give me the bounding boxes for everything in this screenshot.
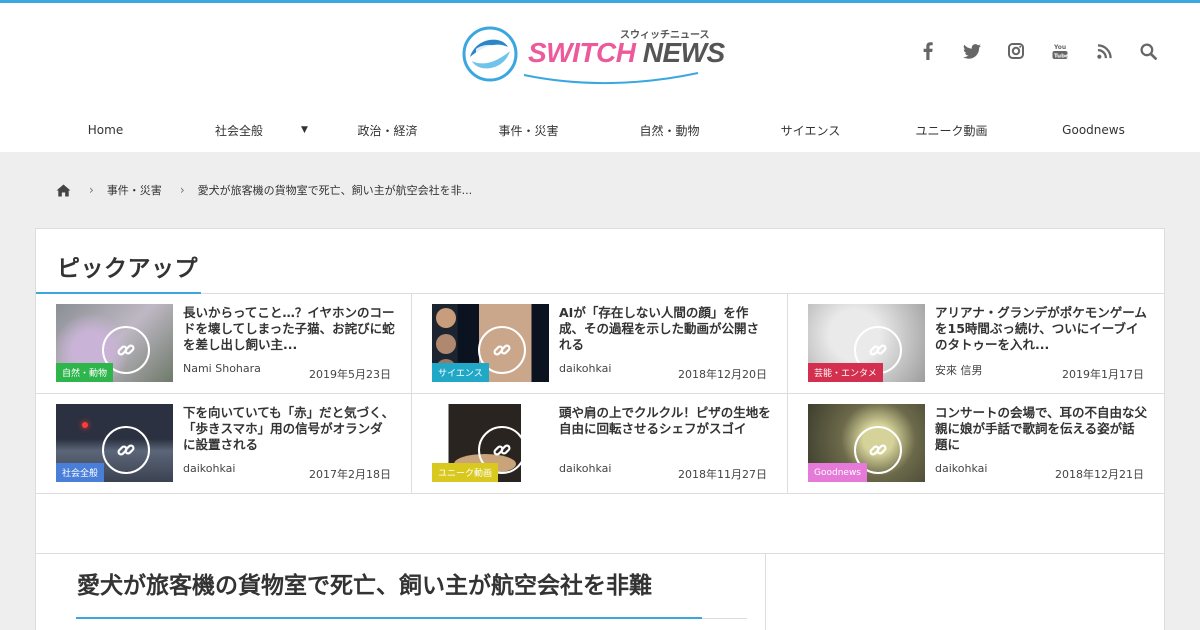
dropdown-arrow-icon: ▼	[301, 125, 308, 135]
site-logo[interactable]: SWITCH NEWS スウィッチニュース	[462, 23, 725, 85]
card-author: daikohkai	[559, 362, 612, 375]
category-badge: 芸能・エンタメ	[808, 363, 883, 382]
card-author: daikohkai	[935, 462, 988, 475]
nav-item-science[interactable]: サイエンス	[740, 112, 881, 148]
breadcrumb-category[interactable]: 事件・災害	[107, 182, 162, 198]
card-title: 長いからってこと…？イヤホンのコードを壊してしまった子猫、お詫びに蛇を差し出し飼…	[183, 305, 395, 352]
pickup-card[interactable]: Goodnews コンサートの会場で、耳の不自由な父親に娘が手話で歌詞を伝える姿…	[788, 394, 1164, 494]
nav-item-label: 事件・災害	[498, 123, 559, 138]
category-badge: ユニーク動画	[432, 463, 499, 482]
global-nav: Home 社会全般 ▼ 政治・経済 事件・災害 自然・動物 サイエンス ユニーク動…	[0, 112, 1200, 150]
twitter-icon[interactable]	[960, 39, 984, 63]
divider	[702, 618, 747, 619]
category-badge: 社会全般	[56, 463, 105, 482]
nav-item-label: Goodnews	[1062, 123, 1125, 137]
card-thumbnail: 社会全般	[56, 404, 173, 482]
nav-item-nature[interactable]: 自然・動物	[599, 112, 740, 148]
logo-swoosh	[523, 72, 699, 85]
logo-kana: スウィッチニュース	[620, 30, 710, 41]
pickup-card[interactable]: ユニーク動画 頭や肩の上でクルクル！ピザの生地を自由に回転させるシェフがスゴイ …	[412, 394, 788, 494]
card-thumbnail: サイエンス	[432, 304, 549, 382]
nav-item-home[interactable]: Home	[35, 112, 176, 148]
card-title: コンサートの会場で、耳の不自由な父親に娘が手話で歌詞を伝える姿が話題に	[935, 405, 1148, 452]
card-date: 2019年5月23日	[309, 368, 391, 381]
nav-item-label: ユニーク動画	[915, 123, 988, 138]
card-date: 2019年1月17日	[1062, 368, 1144, 381]
nav-item-label: 自然・動物	[639, 123, 700, 138]
nav-item-incidents[interactable]: 事件・災害	[458, 112, 599, 148]
card-date: 2018年12月21日	[1055, 468, 1144, 481]
chevron-right-icon: ›	[89, 183, 94, 197]
breadcrumb-current: 愛犬が旅客機の貨物室で死亡、飼い主が航空会社を非...	[197, 184, 473, 197]
card-author: daikohkai	[559, 462, 612, 475]
pickup-heading: ピックアップ	[57, 256, 198, 282]
title-underline	[76, 617, 702, 619]
rss-icon[interactable]	[1092, 39, 1116, 63]
svg-text:You: You	[1053, 44, 1066, 51]
card-thumbnail: 芸能・エンタメ	[808, 304, 925, 382]
nav-item-society[interactable]: 社会全般 ▼	[176, 112, 317, 148]
pickup-card[interactable]: 自然・動物 長いからってこと…？イヤホンのコードを壊してしまった子猫、お詫びに蛇…	[36, 294, 412, 394]
card-title: AIが「存在しない人間の顔」を作成、その過程を示した動画が公開される	[559, 305, 760, 352]
nav-item-label: 政治・経済	[357, 123, 418, 138]
nav-item-goodnews[interactable]: Goodnews	[1022, 112, 1165, 148]
sidebar	[766, 554, 1165, 630]
card-thumbnail: 自然・動物	[56, 304, 173, 382]
card-date: 2017年2月18日	[309, 468, 391, 481]
card-title: アリアナ・グランデがポケモンゲームを15時間ぶっ続け、ついにイーブイのタトゥーを…	[935, 305, 1147, 352]
nav-item-label: サイエンス	[780, 123, 841, 138]
pickup-card[interactable]: 社会全般 下を向いていても「赤」だと気づく、「歩きスマホ」用の信号がオランダに設…	[36, 394, 412, 494]
card-title: 頭や肩の上でクルクル！ピザの生地を自由に回転させるシェフがスゴイ	[559, 405, 771, 436]
category-badge: 自然・動物	[56, 363, 114, 382]
nav-item-label: Home	[87, 123, 124, 137]
nav-item-unique-videos[interactable]: ユニーク動画	[881, 112, 1022, 148]
card-date: 2018年11月27日	[678, 468, 767, 481]
home-icon[interactable]	[56, 183, 71, 197]
search-icon[interactable]	[1136, 39, 1160, 63]
card-author: Nami Shohara	[183, 362, 261, 375]
instagram-icon[interactable]	[1004, 39, 1028, 63]
pickup-card[interactable]: サイエンス AIが「存在しない人間の顔」を作成、その過程を示した動画が公開される…	[412, 294, 788, 394]
card-author: 安來 信男	[935, 364, 983, 377]
card-author: daikohkai	[183, 462, 236, 475]
chevron-right-icon: ›	[179, 183, 185, 197]
logo-wordmark: SWITCH NEWS	[528, 37, 725, 68]
article-main: 愛犬が旅客機の貨物室で死亡、飼い主が航空会社を非難	[35, 554, 766, 630]
link-icon	[102, 426, 150, 474]
nav-item-label: 社会全般	[215, 123, 264, 138]
card-title: 下を向いていても「赤」だと気づく、「歩きスマホ」用の信号がオランダに設置される	[183, 405, 395, 452]
card-thumbnail: ユニーク動画	[432, 404, 549, 482]
site-header: SWITCH NEWS スウィッチニュース You Tube Home 社会全般 ▼…	[0, 3, 1200, 152]
pickup-section: ピックアップ 自然・動物 長いからってこと…？イヤホンのコードを壊してしまった子…	[35, 228, 1165, 554]
svg-text:Tube: Tube	[1054, 54, 1068, 60]
facebook-icon[interactable]	[916, 39, 940, 63]
switch-logo-icon	[462, 26, 518, 82]
youtube-icon[interactable]: You Tube	[1048, 39, 1072, 63]
card-thumbnail: Goodnews	[808, 404, 925, 482]
nav-item-politics[interactable]: 政治・経済	[317, 112, 458, 148]
pickup-card[interactable]: 芸能・エンタメ アリアナ・グランデがポケモンゲームを15時間ぶっ続け、ついにイー…	[788, 294, 1164, 394]
article-title: 愛犬が旅客機の貨物室で死亡、飼い主が航空会社を非難	[77, 573, 652, 599]
category-badge: サイエンス	[432, 363, 489, 382]
breadcrumb: › 事件・災害 › 愛犬が旅客機の貨物室で死亡、飼い主が航空会社を非...	[56, 180, 472, 200]
card-date: 2018年12月20日	[678, 368, 767, 381]
category-badge: Goodnews	[808, 463, 867, 482]
